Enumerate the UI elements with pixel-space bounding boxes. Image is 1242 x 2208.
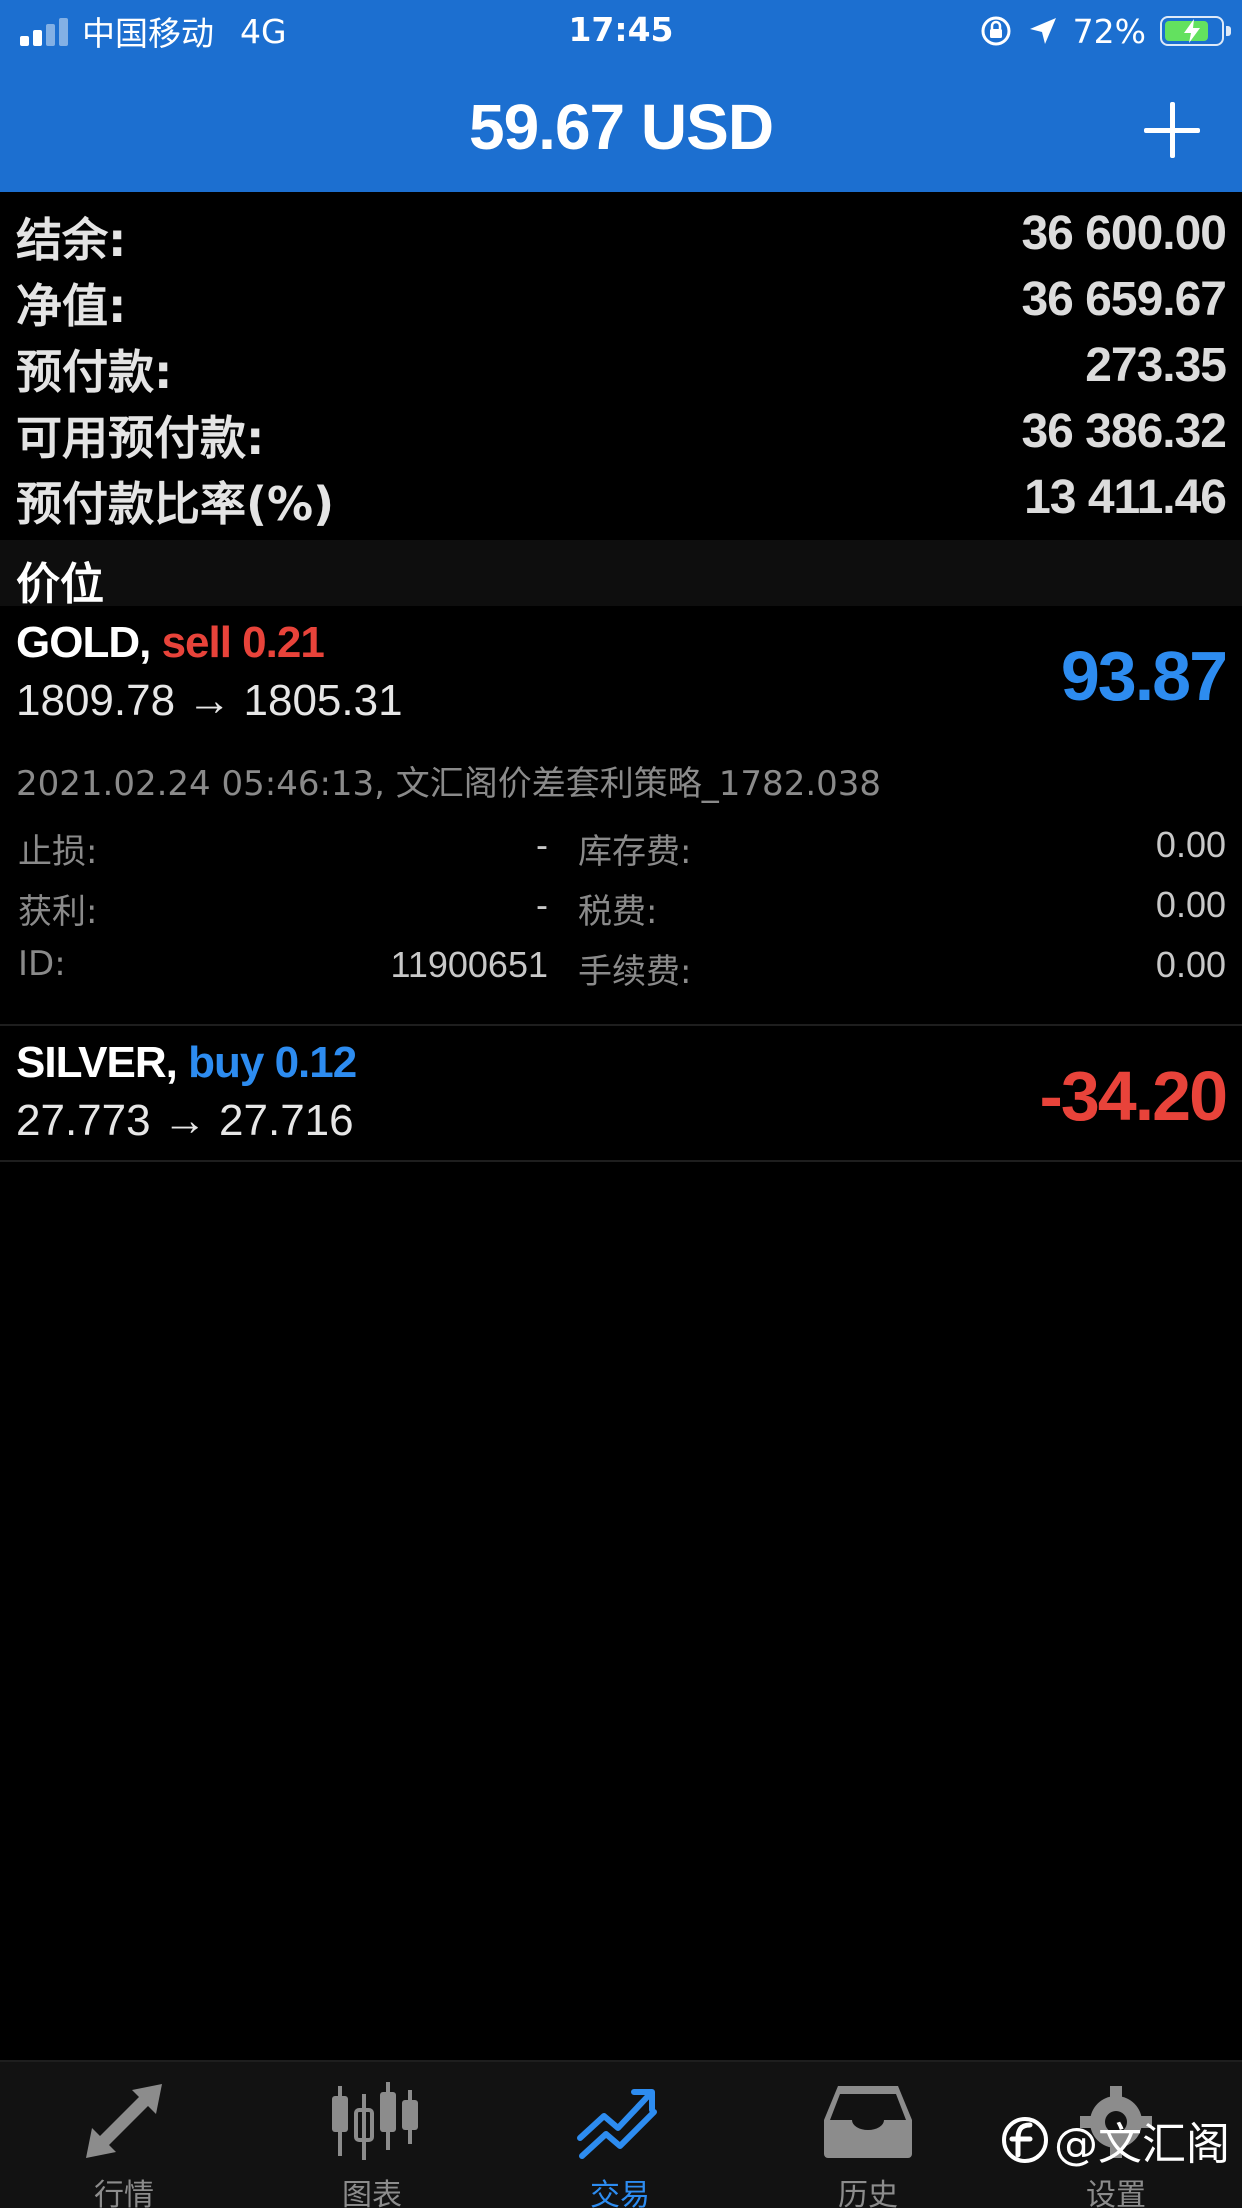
summary-value: 36 659.67 xyxy=(1021,273,1227,326)
battery-icon xyxy=(1160,16,1231,46)
summary-value: 273.35 xyxy=(1085,339,1227,392)
detail-value-commission: 0.00 xyxy=(1155,944,1226,985)
location-arrow-icon xyxy=(1029,18,1056,44)
summary-row-margin: 预付款: 273.35 xyxy=(0,328,1242,399)
summary-value: 36 386.32 xyxy=(1021,405,1227,458)
weibo-logo-icon xyxy=(1002,2117,1048,2163)
watermark: @文汇阁 xyxy=(1000,2110,1230,2170)
position-item-silver[interactable]: SILVER, buy 0.12 27.773 → 27.716 -34.20 xyxy=(0,1026,1242,1160)
status-bar: 中国移动 4G 17:45 72% xyxy=(0,0,1242,62)
account-summary: 结余: 36 600.00 净值: 36 659.67 预付款: 273.35 … xyxy=(0,196,1242,531)
summary-label: 结余: xyxy=(16,213,127,267)
summary-label: 预付款比率(%) xyxy=(16,477,335,531)
positions-section-header: 价位 xyxy=(0,540,1242,610)
tab-label: 行情 xyxy=(94,2178,154,2208)
status-right: 72% xyxy=(979,10,1231,52)
detail-value-sl: - xyxy=(536,824,548,865)
position-side: sell 0.21 xyxy=(161,618,325,667)
battery-percent: 72% xyxy=(1072,11,1146,51)
rotation-lock-icon xyxy=(981,16,1011,46)
position-prices: 27.773 → 27.716 xyxy=(16,1096,354,1145)
detail-value-id: 11900651 xyxy=(390,944,549,985)
detail-label-tax: 税费: xyxy=(578,892,658,932)
tab-history[interactable]: 历史 xyxy=(744,2062,992,2208)
detail-label-commission: 手续费: xyxy=(578,952,692,992)
summary-row-balance: 结余: 36 600.00 xyxy=(0,196,1242,267)
detail-value-tp: - xyxy=(536,884,548,925)
quotes-arrows-icon xyxy=(86,2084,162,2158)
summary-label: 可用预付款: xyxy=(16,411,265,465)
position-comment: 2021.02.24 05:46:13, 文汇阁价差套利策略_1782.038 xyxy=(16,764,882,804)
watermark-text: @文汇阁 xyxy=(1054,2119,1230,2170)
new-order-button[interactable] xyxy=(1132,90,1212,170)
summary-row-free-margin: 可用预付款: 36 386.32 xyxy=(0,394,1242,465)
tab-label: 设置 xyxy=(1086,2178,1146,2208)
summary-value: 13 411.46 xyxy=(1024,471,1227,524)
section-title: 价位 xyxy=(16,559,104,610)
detail-value-swap: 0.00 xyxy=(1155,824,1226,865)
position-symbol: GOLD, xyxy=(16,618,151,667)
detail-label-sl: 止损: xyxy=(18,832,98,872)
position-side: buy 0.12 xyxy=(188,1038,357,1087)
position-profit: 93.87 xyxy=(1060,637,1228,715)
position-symbol-line: SILVER, buy 0.12 xyxy=(16,1038,357,1088)
detail-value-tax: 0.00 xyxy=(1155,884,1226,925)
charging-bolt-icon xyxy=(1184,19,1200,43)
detail-label-id: ID: xyxy=(18,944,66,984)
summary-label: 净值: xyxy=(16,279,127,333)
divider xyxy=(0,1160,1242,1162)
tab-label: 交易 xyxy=(590,2178,650,2208)
app-header: 59.67 USD xyxy=(0,62,1242,192)
candlestick-chart-icon xyxy=(332,2082,418,2160)
position-profit: -34.20 xyxy=(1039,1057,1228,1135)
summary-row-equity: 净值: 36 659.67 xyxy=(0,262,1242,333)
summary-label: 预付款: xyxy=(16,345,173,399)
position-item-gold[interactable]: GOLD, sell 0.21 1809.78 → 1805.31 93.87 … xyxy=(0,606,1242,1026)
tab-quotes[interactable]: 行情 xyxy=(0,2062,248,2208)
tab-label: 图表 xyxy=(342,2178,402,2208)
page-title: 59.67 USD xyxy=(468,91,774,163)
summary-value: 36 600.00 xyxy=(1021,207,1227,260)
trade-chart-icon xyxy=(577,2089,657,2159)
detail-label-swap: 库存费: xyxy=(578,832,692,872)
detail-label-tp: 获利: xyxy=(18,892,98,932)
tab-label: 历史 xyxy=(838,2178,898,2208)
history-inbox-icon xyxy=(824,2086,912,2158)
summary-row-margin-level: 预付款比率(%) 13 411.46 xyxy=(0,460,1242,531)
tab-charts[interactable]: 图表 xyxy=(248,2062,496,2208)
position-symbol-line: GOLD, sell 0.21 xyxy=(16,618,325,668)
position-prices: 1809.78 → 1805.31 xyxy=(16,676,403,725)
tab-trade[interactable]: 交易 xyxy=(496,2062,744,2208)
position-symbol: SILVER, xyxy=(16,1038,178,1087)
